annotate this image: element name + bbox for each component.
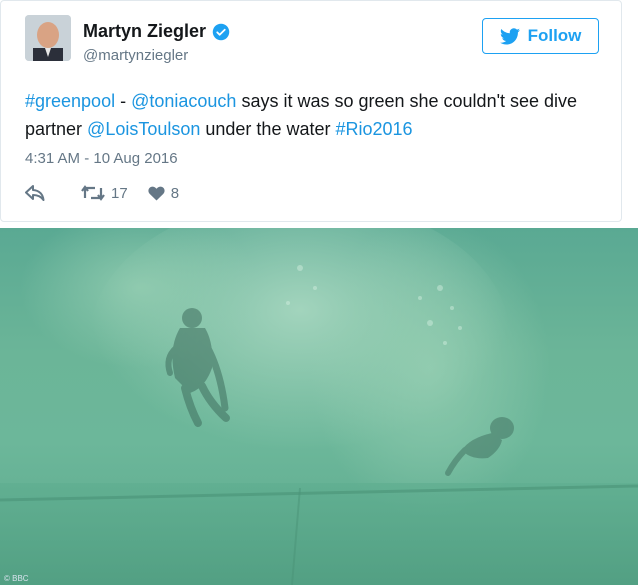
tweet-text-segment: - — [115, 91, 132, 111]
profile-avatar[interactable] — [25, 15, 71, 61]
mention-link[interactable]: @LoisToulson — [87, 119, 200, 139]
heart-icon — [148, 186, 165, 200]
tweet-actions: 17 8 — [25, 181, 199, 205]
mention-link[interactable]: @toniacouch — [131, 91, 236, 111]
display-name[interactable]: Martyn Ziegler — [83, 21, 230, 42]
twitter-bird-icon — [499, 27, 520, 44]
tweet-text-segment: under the water — [200, 119, 336, 139]
display-name-text[interactable]: Martyn Ziegler — [83, 21, 206, 42]
hashtag-link[interactable]: #Rio2016 — [335, 119, 412, 139]
underwater-scene-image — [0, 228, 638, 585]
tweet-text: #greenpool - @toniacouch says it was so … — [25, 87, 605, 143]
retweet-button[interactable]: 17 — [81, 185, 128, 202]
like-count: 8 — [170, 184, 180, 202]
reply-icon — [25, 185, 45, 201]
like-button[interactable]: 8 — [148, 185, 179, 202]
reply-button[interactable] — [25, 185, 45, 201]
retweet-icon — [81, 185, 105, 201]
tweet-card: Martyn Ziegler @martynziegler Follow #gr… — [0, 0, 622, 222]
tweet-timestamp[interactable]: 4:31 AM - 10 Aug 2016 — [25, 150, 178, 167]
follow-button-label: Follow — [527, 26, 582, 45]
hashtag-link[interactable]: #greenpool — [25, 91, 115, 111]
verified-badge-icon — [212, 23, 230, 40]
photo-credit: © BBC — [4, 574, 29, 583]
user-handle[interactable]: @martynziegler — [83, 47, 188, 64]
follow-button[interactable]: Follow — [482, 18, 599, 54]
tweet-photo[interactable]: © BBC — [0, 228, 638, 585]
retweet-count: 17 — [111, 184, 128, 202]
